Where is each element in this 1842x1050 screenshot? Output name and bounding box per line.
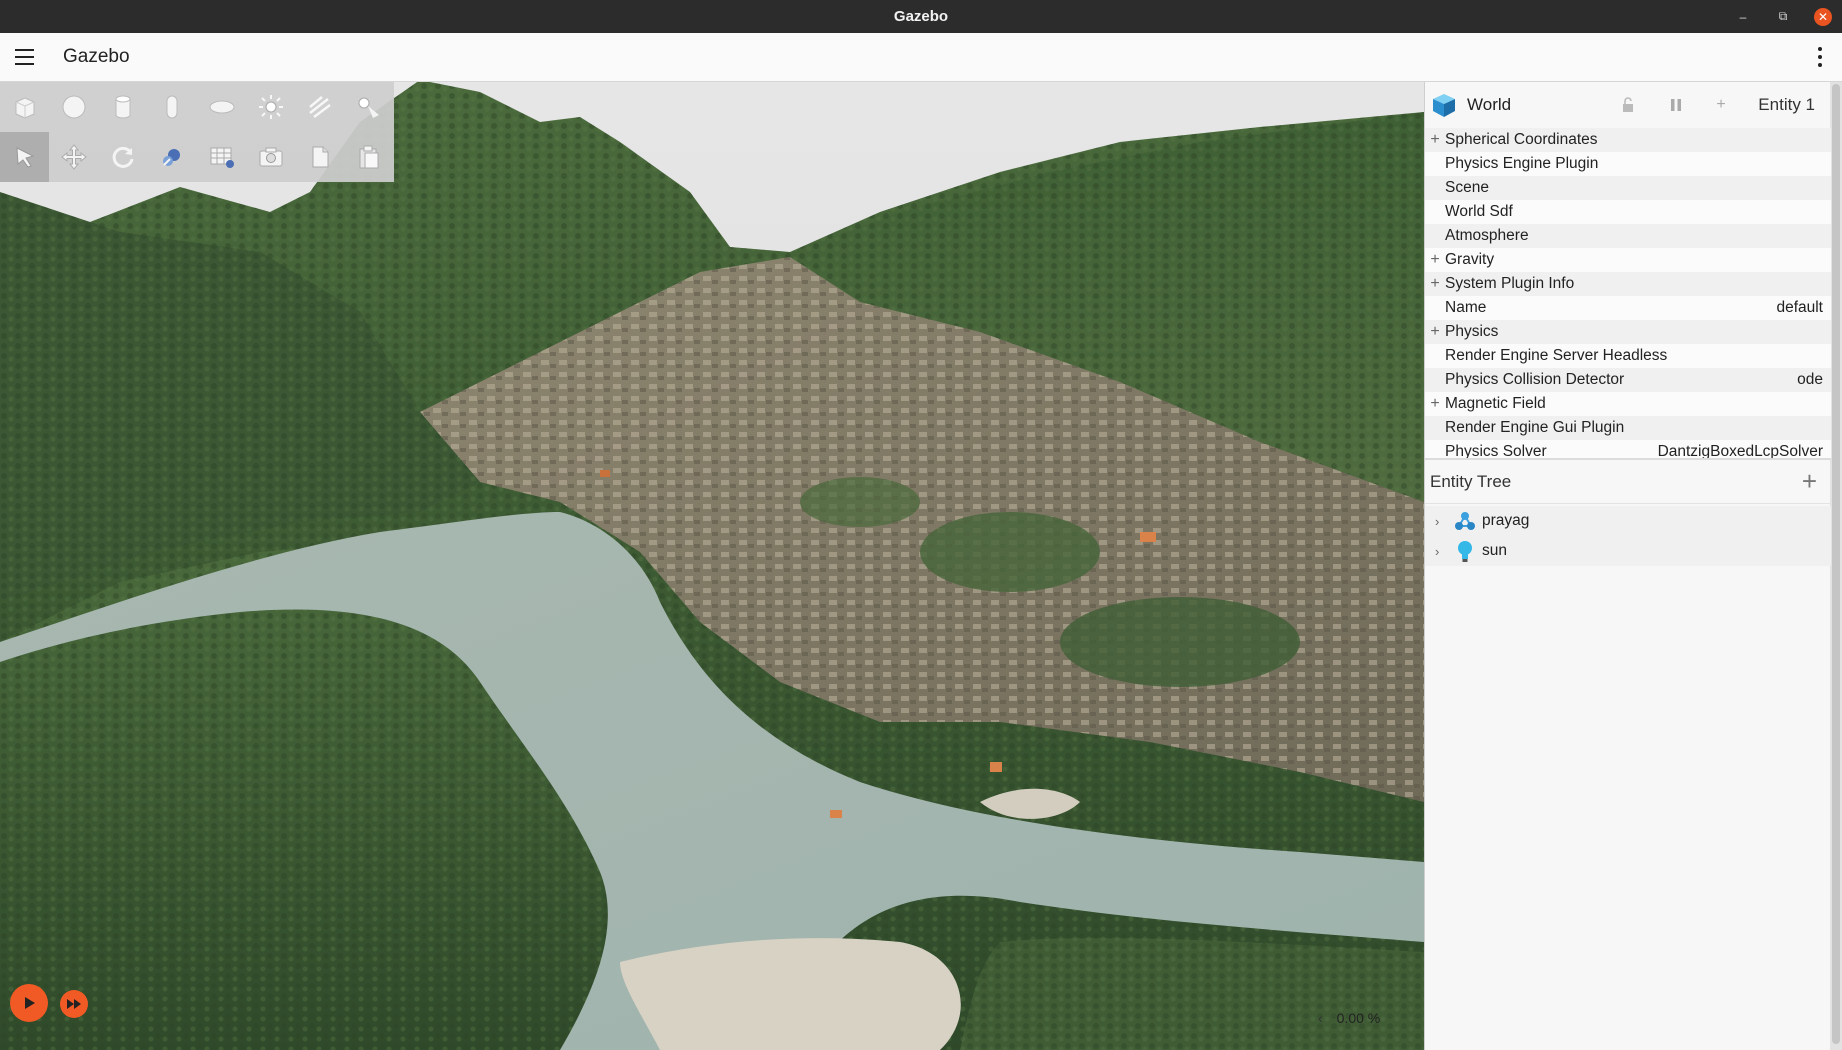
pause-icon[interactable] (1665, 94, 1687, 116)
select-tool-icon[interactable] (0, 132, 50, 182)
property-label: Physics Solver (1445, 443, 1547, 458)
property-label: Render Engine Server Headless (1445, 347, 1668, 364)
property-row: Render Engine Gui Plugin (1425, 416, 1831, 440)
grid-snap-icon[interactable] (197, 132, 246, 182)
property-label: Physics Engine Plugin (1445, 155, 1599, 172)
property-row: Atmosphere (1425, 224, 1831, 248)
property-label: Magnetic Field (1445, 395, 1546, 412)
property-label: Spherical Coordinates (1445, 131, 1598, 148)
close-icon[interactable]: ✕ (1814, 7, 1832, 26)
panel-scrollbar[interactable] (1830, 82, 1842, 1050)
directional-light-icon[interactable] (296, 82, 345, 132)
property-label: Physics (1445, 323, 1499, 340)
entity-tree-item-prayag[interactable]: › prayag (1425, 506, 1831, 536)
point-light-icon[interactable] (246, 82, 295, 132)
property-value: default (1776, 299, 1823, 316)
entity-tree-item-label: prayag (1482, 512, 1530, 529)
expand-chevron-icon[interactable]: › (1435, 544, 1449, 559)
property-label: Atmosphere (1445, 227, 1529, 244)
entity-id-label: Entity 1 (1758, 95, 1815, 114)
expand-plus-icon[interactable]: + (1425, 131, 1445, 149)
property-row[interactable]: + Physics (1425, 320, 1831, 344)
real-time-factor: ‹ 0.00 % (1318, 1010, 1380, 1026)
component-property-list: + Spherical Coordinates Physics Engine Plu… (1425, 128, 1831, 458)
property-value: DantzigBoxedLcpSolver (1657, 443, 1823, 458)
property-label: Render Engine Gui Plugin (1445, 419, 1625, 436)
hamburger-menu-icon[interactable] (5, 33, 43, 82)
cylinder-shape-icon[interactable] (99, 82, 148, 132)
screenshot-icon[interactable] (246, 132, 295, 182)
expand-plus-icon[interactable]: + (1425, 251, 1445, 269)
terrain-render (0, 82, 1424, 1050)
property-row: Physics Solver DantzigBoxedLcpSolver (1425, 440, 1831, 458)
fast-forward-icon[interactable] (60, 990, 88, 1018)
entity-tree-item-sun[interactable]: › sun (1425, 536, 1831, 566)
property-label: World Sdf (1445, 203, 1513, 220)
window-controls: – ⧉ ✕ (1734, 0, 1832, 33)
property-row: Name default (1425, 296, 1831, 320)
rtf-value: 0.00 % (1336, 1010, 1381, 1026)
right-side-panel: World + Entity 1 + Spherical Coordinates P… (1424, 82, 1842, 1050)
inspected-entity-name: World (1467, 95, 1512, 114)
add-component-icon[interactable]: + (1710, 94, 1732, 116)
restore-icon[interactable]: ⧉ (1774, 8, 1792, 26)
window-title: Gazebo (893, 8, 949, 25)
property-row: World Sdf (1425, 200, 1831, 224)
transform-control-icon[interactable] (148, 132, 197, 182)
expand-plus-icon[interactable]: + (1425, 275, 1445, 293)
entity-tree-list: › prayag › sun (1425, 506, 1831, 566)
lock-icon[interactable] (1617, 94, 1639, 116)
translate-tool-icon[interactable] (49, 132, 98, 182)
rotate-tool-icon[interactable] (99, 132, 148, 182)
property-value: ode (1797, 371, 1823, 388)
property-label: Gravity (1445, 251, 1495, 268)
sphere-shape-icon[interactable] (49, 82, 98, 132)
scene-3d-viewport[interactable]: ‹ 0.00 % (0, 82, 1424, 1050)
expand-chevron-icon[interactable]: › (1435, 514, 1449, 529)
entity-tree-header: Entity Tree + (1425, 460, 1831, 504)
property-row: Physics Engine Plugin (1425, 152, 1831, 176)
property-row[interactable]: + Magnetic Field (1425, 392, 1831, 416)
light-bulb-icon (1453, 539, 1477, 563)
property-label: Scene (1445, 179, 1489, 196)
window-titlebar: Gazebo – ⧉ ✕ (0, 0, 1842, 33)
entity-tree-title: Entity Tree (1430, 471, 1512, 491)
property-row[interactable]: + Spherical Coordinates (1425, 128, 1831, 152)
expand-plus-icon[interactable]: + (1425, 323, 1445, 341)
capsule-shape-icon[interactable] (148, 82, 197, 132)
entity-tree-item-label: sun (1482, 542, 1507, 559)
app-title: Gazebo (63, 46, 130, 67)
property-label: Name (1445, 299, 1487, 316)
ellipsoid-shape-icon[interactable] (197, 82, 246, 132)
property-row: Render Engine Server Headless (1425, 344, 1831, 368)
component-inspector-header: World + Entity 1 (1425, 82, 1831, 128)
play-icon[interactable] (10, 984, 48, 1022)
minimize-icon[interactable]: – (1734, 8, 1752, 26)
property-label: System Plugin Info (1445, 275, 1575, 292)
model-icon (1453, 509, 1477, 533)
property-row: Scene (1425, 176, 1831, 200)
world-cube-icon (1433, 94, 1455, 117)
property-row[interactable]: + Gravity (1425, 248, 1831, 272)
property-label: Physics Collision Detector (1445, 371, 1625, 388)
rtf-expand-chevron-icon[interactable]: ‹ (1318, 1010, 1323, 1026)
copy-icon[interactable] (296, 132, 345, 182)
app-header: Gazebo (0, 33, 1842, 82)
add-entity-button[interactable]: + (1802, 468, 1817, 494)
expand-plus-icon[interactable]: + (1425, 395, 1445, 413)
property-row[interactable]: + System Plugin Info (1425, 272, 1831, 296)
property-row: Physics Collision Detector ode (1425, 368, 1831, 392)
spot-light-icon[interactable] (345, 82, 394, 132)
kebab-menu-icon[interactable] (1816, 45, 1824, 69)
box-shape-icon[interactable] (0, 82, 49, 132)
paste-icon[interactable] (345, 132, 394, 182)
shapes-tools-toolbar (0, 82, 394, 182)
